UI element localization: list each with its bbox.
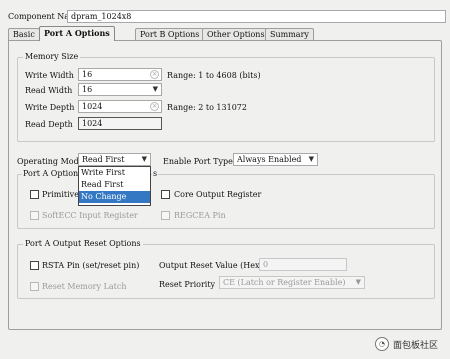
tab-port-b-options[interactable]: Port B Options <box>135 28 205 40</box>
operating-mode-value: Read First <box>82 155 125 164</box>
tab-other-options[interactable]: Other Options <box>202 28 270 40</box>
watermark: ◔ 面包板社区 <box>374 337 438 351</box>
operating-mode-option-write-first[interactable]: Write First <box>79 167 150 179</box>
chat-bubble-icon: ◔ <box>374 337 389 351</box>
regcea-checkbox[interactable] <box>161 211 170 220</box>
memory-size-title: Memory Size <box>23 52 81 61</box>
regcea-label: REGCEA Pin <box>174 211 226 220</box>
operating-mode-label: Operating Mode <box>17 157 84 166</box>
reset-priority-select[interactable]: CE (Latch or Register Enable) ▼ <box>219 276 365 289</box>
rsta-pin-label: RSTA Pin (set/reset pin) <box>42 261 140 270</box>
read-width-select[interactable]: 16 ▼ <box>78 83 162 96</box>
port-a-reset-title: Port A Output Reset Options <box>23 239 143 248</box>
port-a-optional-title-end: s <box>152 169 159 178</box>
chevron-down-icon: ▼ <box>141 155 147 163</box>
reset-priority-value: CE (Latch or Register Enable) <box>223 278 346 287</box>
read-depth-label: Read Depth <box>25 120 73 129</box>
chevron-down-icon: ▼ <box>152 85 158 93</box>
output-reset-value-label: Output Reset Value (Hex) <box>159 261 263 270</box>
operating-mode-option-no-change[interactable]: No Change <box>79 191 150 203</box>
output-reset-value-input[interactable]: 0 <box>259 258 347 271</box>
read-width-label: Read Width <box>25 86 73 95</box>
operating-mode-option-read-first[interactable]: Read First <box>79 179 150 191</box>
enable-port-type-select[interactable]: Always Enabled ▼ <box>233 153 318 166</box>
operating-mode-select[interactable]: Read First ▼ <box>78 153 151 166</box>
write-width-label: Write Width <box>25 71 74 80</box>
clear-circle-icon[interactable]: × <box>150 70 159 79</box>
operating-mode-dropdown-list: Write First Read First No Change <box>78 166 151 206</box>
reset-priority-label: Reset Priority <box>159 280 216 289</box>
reset-memory-latch-checkbox[interactable] <box>30 282 39 291</box>
write-width-input[interactable]: 16 × <box>78 68 162 81</box>
enable-port-type-value: Always Enabled <box>237 155 302 164</box>
read-width-value: 16 <box>82 85 93 94</box>
primitives-output-checkbox[interactable] <box>30 190 39 199</box>
write-depth-value: 1024 <box>82 102 103 111</box>
softecc-label: SoftECC Input Register <box>42 211 138 220</box>
reset-memory-latch-label: Reset Memory Latch <box>42 282 127 291</box>
write-width-value: 16 <box>82 70 93 79</box>
write-depth-input[interactable]: 1024 × <box>78 100 162 113</box>
read-depth-field: 1024 <box>78 117 162 130</box>
component-name-input[interactable]: dpram_1024x8 <box>67 10 446 23</box>
primitives-output-label: Primitive <box>42 190 79 199</box>
rsta-pin-checkbox[interactable] <box>30 261 39 270</box>
enable-port-type-label: Enable Port Type <box>163 157 233 166</box>
clear-circle-icon[interactable]: × <box>150 102 159 111</box>
chevron-down-icon: ▼ <box>308 155 314 163</box>
watermark-text: 面包板社区 <box>392 340 438 351</box>
tab-summary[interactable]: Summary <box>265 28 314 40</box>
chevron-down-icon: ▼ <box>355 278 361 286</box>
softecc-checkbox[interactable] <box>30 211 39 220</box>
core-output-label: Core Output Register <box>174 190 262 199</box>
core-output-checkbox[interactable] <box>161 190 170 199</box>
tab-basic[interactable]: Basic <box>8 28 40 40</box>
tab-port-a-options[interactable]: Port A Options <box>39 26 115 41</box>
write-depth-range: Range: 2 to 131072 <box>167 103 247 112</box>
write-depth-label: Write Depth <box>25 103 75 112</box>
write-width-range: Range: 1 to 4608 (bits) <box>167 71 261 80</box>
port-a-optional-title: Port A Option <box>22 169 80 178</box>
